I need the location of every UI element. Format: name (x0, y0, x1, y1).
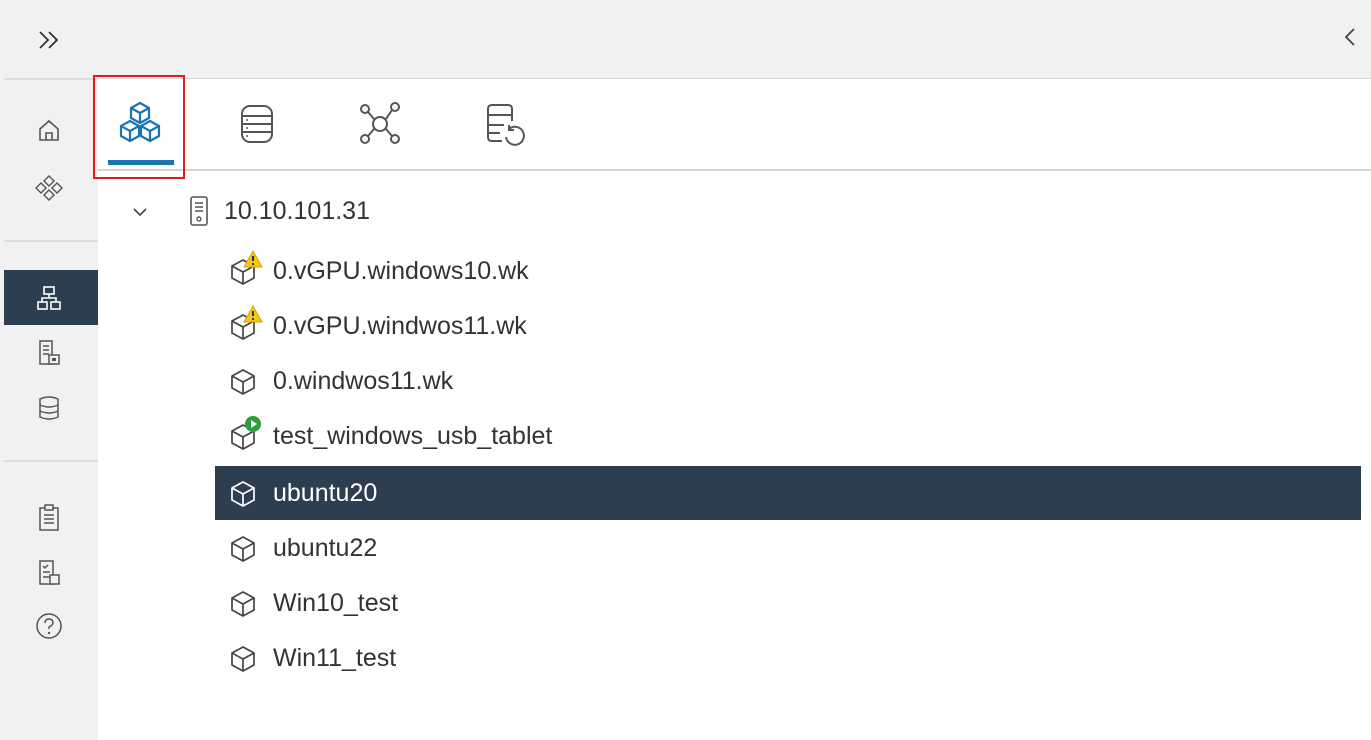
collapse-panel-button[interactable] (1335, 20, 1365, 54)
policies-icon (39, 504, 59, 531)
storage-icon (39, 396, 59, 420)
rail-shortcuts-button[interactable] (0, 168, 98, 208)
shortcuts-icon (35, 175, 63, 201)
rail-divider (4, 240, 98, 242)
vm-icon (231, 369, 255, 395)
storage-tab-icon (241, 105, 273, 143)
vm-row[interactable]: test_windows_usb_tablet (215, 409, 1361, 463)
tab-highlight-box (93, 75, 185, 179)
hosts-and-clusters-icon (37, 286, 61, 310)
help-icon (36, 613, 62, 639)
warning-icon (243, 250, 263, 268)
vm-label: 0.vGPU.windows10.wk (273, 256, 529, 285)
vm-row[interactable]: Win11_test (215, 631, 1361, 685)
warning-icon (243, 305, 263, 323)
vm-label: 0.vGPU.windwos11.wk (273, 311, 527, 340)
tab-networking[interactable] (344, 89, 416, 159)
host-row[interactable]: 10.10.101.31 (128, 184, 370, 238)
tasks-icon (39, 560, 60, 585)
vm-label: ubuntu22 (273, 533, 378, 562)
vm-row[interactable]: 0.vGPU.windwos11.wk (215, 299, 1361, 353)
double-chevron-right-icon (39, 31, 59, 49)
vms-and-templates-icon (39, 340, 60, 365)
rail-tasks-button[interactable] (0, 553, 98, 593)
top-bar (98, 0, 1371, 79)
left-rail (0, 0, 98, 740)
rail-divider (4, 460, 98, 462)
rail-help-button[interactable] (0, 606, 98, 646)
vm-label: Win10_test (273, 588, 399, 617)
chevron-left-icon (1344, 28, 1355, 46)
rail-divider (4, 78, 98, 80)
rail-hosts-clusters-button[interactable] (0, 278, 98, 318)
expand-nav-button[interactable] (0, 18, 98, 62)
vm-icon (231, 481, 255, 507)
vm-label: Win11_test (273, 643, 397, 672)
tab-storage[interactable] (221, 89, 293, 159)
vm-row[interactable]: 0.windwos11.wk (215, 354, 1361, 408)
chevron-down-icon[interactable] (128, 199, 152, 223)
rail-storage-button[interactable] (0, 388, 98, 428)
inventory-tabs (98, 79, 1371, 171)
home-icon (39, 119, 59, 141)
rail-vms-templates-button[interactable] (0, 333, 98, 373)
vm-row[interactable]: 0.vGPU.windows10.wk (215, 244, 1361, 298)
vm-icon (231, 536, 255, 562)
vm-label: test_windows_usb_tablet (273, 421, 553, 450)
vm-row[interactable]: Win10_test (215, 576, 1361, 630)
networking-tab-icon (360, 102, 400, 144)
vm-label: 0.windwos11.wk (273, 366, 454, 395)
host-label: 10.10.101.31 (224, 196, 370, 225)
vm-label: ubuntu20 (273, 478, 378, 507)
host-server-icon (190, 196, 208, 226)
tab-content-libraries[interactable] (468, 89, 540, 159)
rail-home-button[interactable] (0, 110, 98, 150)
content-libraries-tab-icon (487, 104, 525, 146)
vm-row[interactable]: ubuntu22 (215, 521, 1361, 575)
vm-icon (231, 646, 255, 672)
rail-policies-button[interactable] (0, 498, 98, 538)
powered-on-icon (245, 416, 261, 432)
vm-row-selected[interactable]: ubuntu20 (215, 466, 1361, 520)
vm-icon (231, 591, 255, 617)
